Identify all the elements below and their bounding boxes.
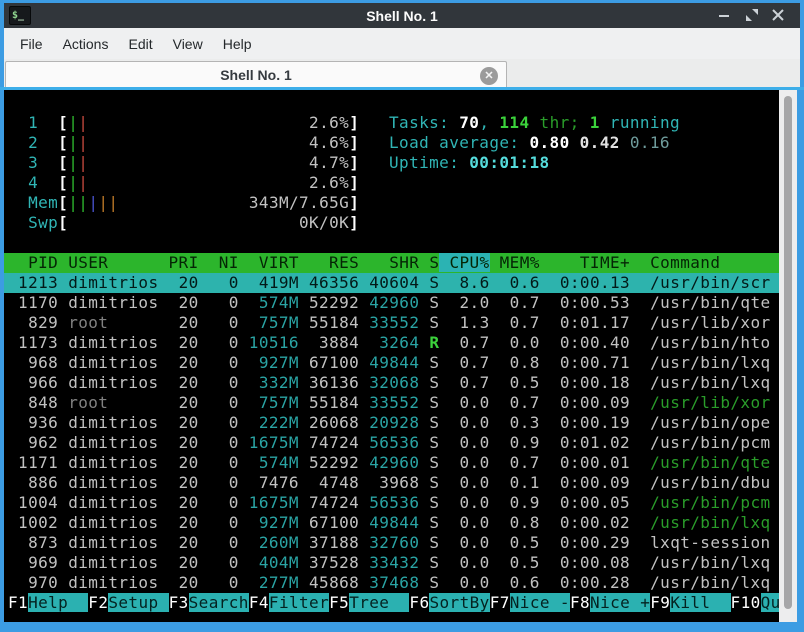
cpu-meter-2: 2 [|| 4.6%] [8, 133, 360, 152]
close-button[interactable] [768, 5, 788, 25]
scrollbar-handle[interactable] [784, 96, 792, 609]
qterminal-window: $_ Shell No. 1 File Actions Edit View He… [0, 0, 804, 632]
process-row-873[interactable]: 873 dimitrios 20 0 260M 37188 32760 S 0.… [4, 533, 779, 553]
restore-button[interactable] [742, 5, 762, 25]
process-row-970[interactable]: 970 dimitrios 20 0 277M 45868 37468 S 0.… [4, 573, 779, 593]
restore-icon [746, 9, 758, 21]
tab-close-icon[interactable]: ✕ [480, 67, 498, 85]
menu-file[interactable]: File [10, 32, 53, 56]
process-row-962[interactable]: 962 dimitrios 20 0 1675M 74724 56536 S 0… [4, 433, 779, 453]
function-key-bar: F1Help F2Setup F3SearchF4FilterF5Tree F6… [4, 593, 781, 613]
process-row-1002[interactable]: 1002 dimitrios 20 0 927M 67100 49844 S 0… [4, 513, 779, 533]
fkey-F9[interactable]: F9Kill [650, 593, 731, 612]
fkey-F3[interactable]: F3Search [169, 593, 249, 612]
process-row-1171[interactable]: 1171 dimitrios 20 0 574M 52292 42960 S 0… [4, 453, 779, 473]
cpu-meter-1: 1 [|| 2.6%] [8, 113, 360, 132]
tab-shell-no-1[interactable]: Shell No. 1 ✕ [5, 61, 507, 87]
process-row-968[interactable]: 968 dimitrios 20 0 927M 67100 49844 S 0.… [4, 353, 779, 373]
fkey-F8[interactable]: F8Nice + [570, 593, 651, 612]
tab-label: Shell No. 1 [220, 66, 292, 83]
fkey-F10[interactable]: F10Qu [731, 593, 781, 612]
fkey-F7[interactable]: F7Nice - [490, 593, 570, 612]
load-average: Load average: 0.80 0.42 0.16 [389, 133, 670, 152]
mem-meter: Mem[||||| 343M/7.65G] [8, 193, 360, 212]
fkey-F4[interactable]: F4Filter [249, 593, 330, 612]
menu-view[interactable]: View [163, 32, 213, 56]
swp-meter: Swp[ 0K/0K] [8, 213, 360, 232]
sort-column-header: CPU% [439, 253, 490, 272]
scrollbar[interactable] [779, 90, 797, 622]
tabbar: Shell No. 1 ✕ [4, 59, 800, 87]
process-row-1173[interactable]: 1173 dimitrios 20 0 10516 3884 3264 R 0.… [4, 333, 779, 353]
minimize-button[interactable] [714, 5, 734, 25]
terminal[interactable]: 1 [|| 2.6%] 2 [|| 4.6%] 3 [|| 4.7%] 4 [|… [4, 90, 781, 622]
cpu-meter-3: 3 [|| 4.7%] [8, 153, 360, 172]
window-title: Shell No. 1 [366, 7, 438, 24]
process-row-886[interactable]: 886 dimitrios 20 0 7476 4748 3968 S 0.0 … [4, 473, 779, 493]
cpu-meter-4: 4 [|| 2.6%] [8, 173, 360, 192]
fkey-F5[interactable]: F5Tree [329, 593, 410, 612]
process-row-848[interactable]: 848 root 20 0 757M 55184 33552 S 0.0 0.7… [4, 393, 779, 413]
fkey-F2[interactable]: F2Setup [88, 593, 169, 612]
process-row-1213[interactable]: 1213 dimitrios 20 0 419M 46356 40604 S 8… [4, 273, 779, 293]
minimize-icon [719, 15, 729, 17]
process-row-936[interactable]: 936 dimitrios 20 0 222M 26068 20928 S 0.… [4, 413, 779, 433]
process-row-829[interactable]: 829 root 20 0 757M 55184 33552 S 1.3 0.7… [4, 313, 779, 333]
close-icon [772, 9, 784, 21]
fkey-F6[interactable]: F6SortBy [409, 593, 490, 612]
fkey-F1[interactable]: F1Help [8, 593, 89, 612]
process-row-966[interactable]: 966 dimitrios 20 0 332M 36136 32068 S 0.… [4, 373, 779, 393]
menu-edit[interactable]: Edit [118, 32, 162, 56]
process-row-1004[interactable]: 1004 dimitrios 20 0 1675M 74724 56536 S … [4, 493, 779, 513]
uptime: Uptime: 00:01:18 [389, 153, 550, 172]
process-row-969[interactable]: 969 dimitrios 20 0 404M 37528 33432 S 0.… [4, 553, 779, 573]
titlebar[interactable]: $_ Shell No. 1 [4, 3, 800, 28]
menu-help[interactable]: Help [213, 32, 262, 56]
menubar: File Actions Edit View Help [4, 28, 800, 59]
table-header-row[interactable]: PID USER PRI NI VIRT RES SHR S CPU% MEM%… [4, 253, 779, 273]
process-row-1170[interactable]: 1170 dimitrios 20 0 574M 52292 42960 S 2… [4, 293, 779, 313]
tasks-summary: Tasks: 70, 114 thr; 1 running [389, 113, 681, 132]
menu-actions[interactable]: Actions [53, 32, 119, 56]
